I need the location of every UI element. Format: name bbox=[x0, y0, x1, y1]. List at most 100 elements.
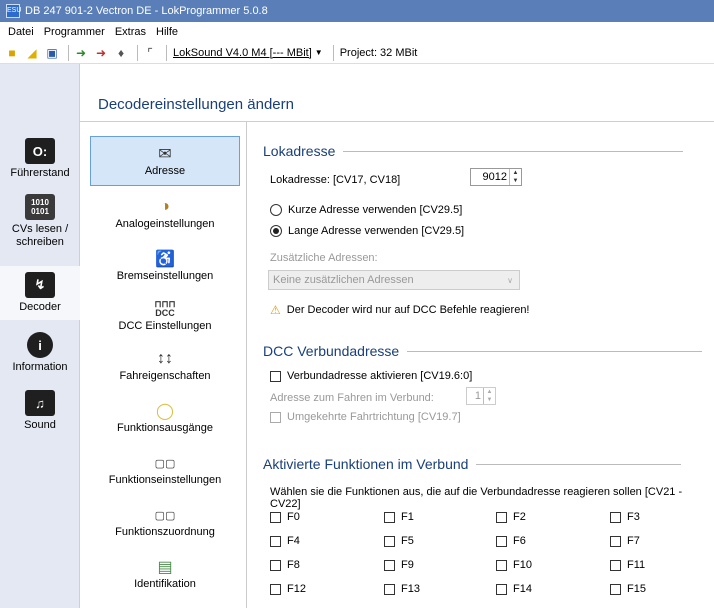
function-checkbox-f5[interactable]: F5 bbox=[384, 535, 414, 547]
category-label: Identifikation bbox=[134, 578, 196, 590]
menu-bar: Datei Programmer Extras Hilfe bbox=[0, 22, 714, 42]
sliders-icon: ↕↕ bbox=[157, 350, 173, 367]
category-label: Funktionszuordnung bbox=[115, 526, 215, 538]
toolbar-separator bbox=[332, 44, 334, 61]
radio-short-address[interactable]: Kurze Adresse verwenden [CV29.5] bbox=[270, 204, 462, 216]
function-checkbox-f8[interactable]: F8 bbox=[270, 559, 300, 571]
category-label: DCC Einstellungen bbox=[118, 320, 212, 332]
decoder-type-select[interactable]: LokSound V4.0 M4 [--- MBit] bbox=[173, 47, 312, 59]
checkbox-label: F11 bbox=[627, 559, 646, 571]
verbund-address-input[interactable]: 1 ▲ ▼ bbox=[466, 387, 496, 405]
nav-decoder[interactable]: ↯ Decoder bbox=[0, 266, 80, 320]
verbund-enable-checkbox[interactable]: Verbundadresse aktivieren [CV19.6:0] bbox=[270, 370, 472, 382]
function-checkbox-f0[interactable]: F0 bbox=[270, 511, 300, 523]
extra-address-select[interactable]: Keine zusätzlichen Adressen ∨ bbox=[268, 270, 520, 290]
radio-long-address[interactable]: Lange Adresse verwenden [CV29.5] bbox=[270, 225, 464, 237]
program-icon[interactable]: ♦ bbox=[113, 45, 129, 61]
function-checkbox-f7[interactable]: F7 bbox=[610, 535, 640, 547]
menu-extras[interactable]: Extras bbox=[110, 26, 151, 38]
checkbox-icon bbox=[270, 370, 281, 382]
checkbox-label: F7 bbox=[627, 535, 640, 547]
lokadresse-input[interactable]: 9012 ▲ ▼ bbox=[470, 168, 522, 186]
save-icon[interactable]: ▣ bbox=[44, 45, 60, 61]
checkbox-label: Verbundadresse aktivieren [CV19.6:0] bbox=[287, 370, 473, 382]
nav-sound[interactable]: ♫ Sound bbox=[0, 390, 80, 431]
funktionen-description: Wählen sie die Funktionen aus, die auf d… bbox=[270, 486, 683, 510]
menu-programmer[interactable]: Programmer bbox=[39, 26, 110, 38]
category-fahreigenschaften[interactable]: ↕↕ Fahreigenschaften bbox=[90, 348, 240, 382]
function-checkbox-f12[interactable]: F12 bbox=[270, 583, 306, 595]
checkbox-icon bbox=[384, 535, 395, 547]
id-card-icon: ▤ bbox=[157, 559, 173, 576]
dcc-icon-label: DCC bbox=[155, 308, 175, 318]
nav-label: Führerstand bbox=[10, 167, 70, 179]
category-label: Funktionseinstellungen bbox=[108, 474, 222, 486]
menu-hilfe[interactable]: Hilfe bbox=[151, 26, 183, 38]
nav-label: Sound bbox=[24, 419, 56, 431]
verbund-reverse-checkbox[interactable]: Umgekehrte Fahrtrichtung [CV19.7] bbox=[270, 411, 461, 423]
spinner-arrows-icon[interactable]: ▲ ▼ bbox=[509, 169, 521, 185]
nav-information[interactable]: i Information bbox=[0, 332, 80, 373]
dcc-warning: ⚠ Der Decoder wird nur auf DCC Befehle r… bbox=[270, 303, 530, 317]
function-checkbox-f1[interactable]: F1 bbox=[384, 511, 414, 523]
main-nav: O: Führerstand 1010 0101 CVs lesen / schr… bbox=[0, 64, 80, 608]
envelope-icon: ✉ bbox=[158, 146, 172, 163]
chevron-down-icon[interactable]: ▼ bbox=[315, 48, 323, 57]
category-funktionszuordnung[interactable]: ▢▢ Funktionszuordnung bbox=[90, 504, 240, 539]
category-dcc[interactable]: ⊓⊓⊓ DCC DCC Einstellungen bbox=[90, 298, 240, 333]
category-label: Analogeinstellungen bbox=[115, 218, 215, 230]
checkbox-label: F10 bbox=[513, 559, 532, 571]
function-checkbox-f15[interactable]: F15 bbox=[610, 583, 646, 595]
checkbox-label: F6 bbox=[513, 535, 526, 547]
checkbox-icon bbox=[270, 583, 281, 595]
category-list: ✉ Adresse ◑ Analogeinstellungen ♿ Bremse… bbox=[80, 122, 247, 608]
page-title: Decodereinstellungen ändern bbox=[98, 96, 294, 113]
new-file-icon[interactable]: ■ bbox=[4, 45, 20, 61]
category-funktionseinstellungen[interactable]: ▢▢ Funktionseinstellungen bbox=[90, 452, 240, 487]
function-checkbox-f9[interactable]: F9 bbox=[384, 559, 414, 571]
radio-checked-icon bbox=[270, 225, 282, 237]
category-bremse[interactable]: ♿ Bremseinstellungen bbox=[90, 248, 240, 282]
category-label: Bremseinstellungen bbox=[116, 270, 214, 282]
function-checkbox-f2[interactable]: F2 bbox=[496, 511, 526, 523]
function-checkbox-f14[interactable]: F14 bbox=[496, 583, 532, 595]
nav-fuehrerstand[interactable]: O: Führerstand bbox=[0, 138, 80, 179]
function-checkbox-f4[interactable]: F4 bbox=[270, 535, 300, 547]
nav-cvs[interactable]: 1010 0101 CVs lesen / schreiben bbox=[0, 194, 80, 249]
category-analog[interactable]: ◑ Analogeinstellungen bbox=[90, 196, 240, 230]
toolbar-separator bbox=[166, 44, 167, 61]
spinner-arrows-icon[interactable]: ▲ ▼ bbox=[483, 388, 495, 404]
category-adresse[interactable]: ✉ Adresse bbox=[90, 136, 240, 186]
chevron-down-icon: ∨ bbox=[507, 275, 513, 285]
checkbox-label: F0 bbox=[287, 511, 300, 523]
info-icon: i bbox=[27, 332, 53, 358]
function-checkbox-f11[interactable]: F11 bbox=[610, 559, 645, 571]
extra-address-label: Zusätzliche Adressen: bbox=[270, 252, 378, 264]
function-checkbox-f6[interactable]: F6 bbox=[496, 535, 526, 547]
function-checkbox-f3[interactable]: F3 bbox=[610, 511, 640, 523]
checkbox-label: F14 bbox=[513, 583, 532, 595]
checkbox-icon bbox=[496, 559, 507, 571]
warning-icon: ⚠ bbox=[270, 303, 281, 317]
write-decoder-icon[interactable]: ➜ bbox=[93, 45, 109, 61]
category-identifikation[interactable]: ▤ Identifikation bbox=[90, 556, 240, 590]
settings-panel: Lokadresse Lokadresse: [CV17, CV18] 9012… bbox=[248, 122, 714, 608]
plug-icon[interactable]: ⌜ bbox=[142, 45, 158, 61]
checkbox-label: F4 bbox=[287, 535, 300, 547]
checkbox-label: F15 bbox=[627, 583, 646, 595]
radio-label: Lange Adresse verwenden [CV29.5] bbox=[288, 225, 465, 237]
lokadresse-label: Lokadresse: [CV17, CV18] bbox=[270, 174, 401, 186]
function-checkbox-f13[interactable]: F13 bbox=[384, 583, 420, 595]
nav-label: CVs lesen / schreiben bbox=[11, 223, 69, 248]
checkbox-label: F3 bbox=[627, 511, 640, 523]
read-decoder-icon[interactable]: ➜ bbox=[73, 45, 89, 61]
menu-datei[interactable]: Datei bbox=[3, 26, 39, 38]
open-folder-icon[interactable]: ◢ bbox=[24, 45, 40, 61]
cab-icon: O: bbox=[25, 138, 55, 164]
bulb-icon: ◯ bbox=[156, 403, 174, 420]
checkbox-label: F9 bbox=[401, 559, 414, 571]
page-header: Decodereinstellungen ändern bbox=[80, 64, 714, 122]
function-checkbox-f10[interactable]: F10 bbox=[496, 559, 532, 571]
category-label: Fahreigenschaften bbox=[119, 370, 211, 382]
category-funktionsausgaenge[interactable]: ◯ Funktionsausgänge bbox=[90, 400, 240, 434]
